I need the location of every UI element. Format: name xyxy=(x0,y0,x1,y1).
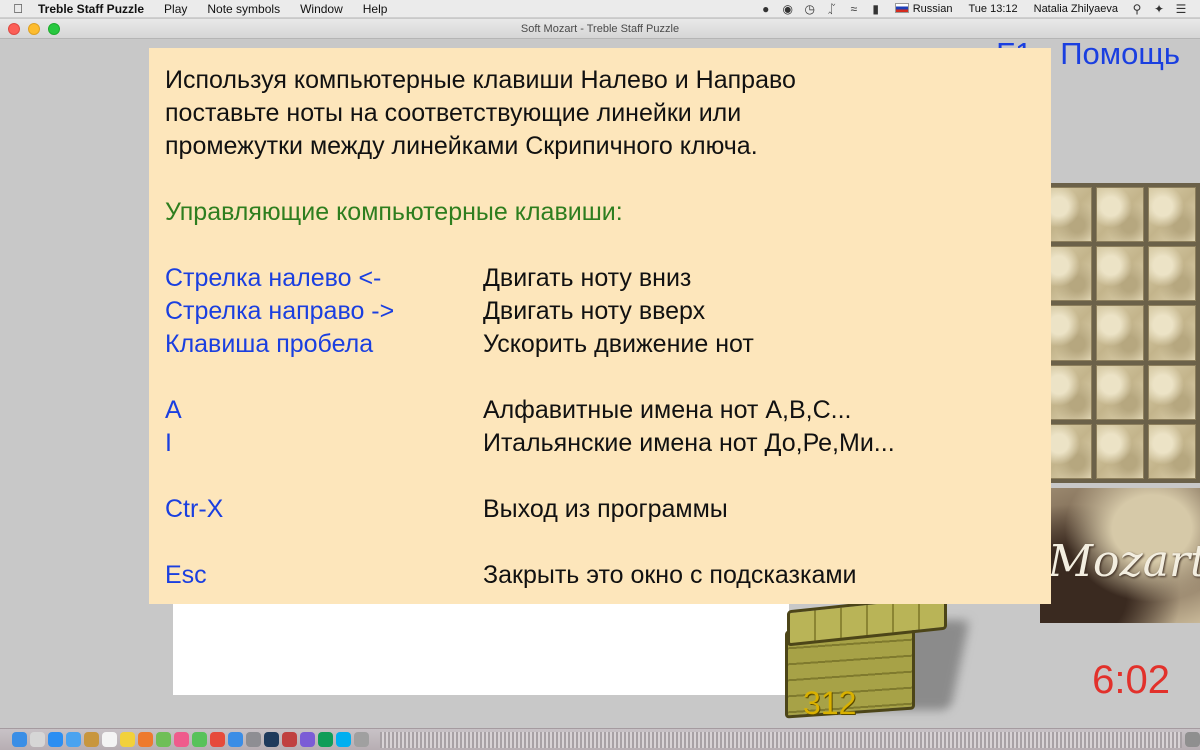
screen-record-icon[interactable]: ● xyxy=(755,2,777,16)
key-list: Стрелка налево <- Двигать ноту вниз Стре… xyxy=(165,262,1035,592)
siri-icon[interactable]: ✦ xyxy=(1148,2,1170,16)
puzzle-tile[interactable] xyxy=(1044,364,1092,420)
menu-play[interactable]: Play xyxy=(154,0,197,18)
chest-score: 312 xyxy=(803,685,857,721)
treasure-chest: 312 xyxy=(785,593,970,721)
puzzle-tile[interactable] xyxy=(1096,246,1144,302)
puzzle-tile[interactable] xyxy=(1096,423,1144,479)
puzzle-tile[interactable] xyxy=(1044,423,1092,479)
skype-icon[interactable] xyxy=(336,732,351,747)
key-name: I xyxy=(165,429,172,457)
menu-bar:  Treble Staff Puzzle Play Note symbols … xyxy=(0,0,1200,18)
key-name: Esc xyxy=(165,561,207,589)
help-label: Помощь xyxy=(1060,36,1180,71)
terminal-icon[interactable] xyxy=(264,732,279,747)
key-name: Стрелка налево <- xyxy=(165,264,382,292)
key-action: Итальянские имена нот До,Ре,Ми... xyxy=(483,429,895,457)
puzzle-tile[interactable] xyxy=(1044,305,1092,361)
time-machine-icon[interactable]: ◷ xyxy=(799,2,821,16)
puzzle-tile[interactable] xyxy=(1148,364,1196,420)
input-source[interactable]: Russian xyxy=(887,2,961,15)
puzzle-tile[interactable] xyxy=(1148,305,1196,361)
key-name: Ctr-X xyxy=(165,495,224,523)
key-action: Двигать ноту вниз xyxy=(483,264,692,292)
key-name: A xyxy=(165,396,182,424)
notes-icon[interactable] xyxy=(120,732,135,747)
key-row: Клавиша пробела Ускорить движение нот xyxy=(165,328,1035,361)
help-intro-line: Используя компьютерные клавиши Налево и … xyxy=(165,66,796,94)
key-action: Закрыть это окно с подсказками xyxy=(483,561,857,589)
chrome-icon[interactable] xyxy=(318,732,333,747)
zoom-window-button[interactable] xyxy=(48,23,60,35)
firefox-icon[interactable] xyxy=(138,732,153,747)
menu-note-symbols[interactable]: Note symbols xyxy=(197,0,290,18)
puzzle-tile[interactable] xyxy=(1044,246,1092,302)
drop-icon[interactable]: ◉ xyxy=(777,2,799,16)
finder-icon[interactable] xyxy=(12,732,27,747)
key-action: Выход из программы xyxy=(483,495,728,523)
key-row: Esc Закрыть это окно с подсказками xyxy=(165,559,1035,592)
close-window-button[interactable] xyxy=(8,23,20,35)
help-intro-line: промежутки между линейками Скрипичного к… xyxy=(165,132,758,160)
key-row: I Итальянские имена нот До,Ре,Ми... xyxy=(165,427,1035,460)
menu-window[interactable]: Window xyxy=(290,0,353,18)
maps-icon[interactable] xyxy=(156,732,171,747)
puzzle-tile[interactable] xyxy=(1096,187,1144,243)
key-action: Алфавитные имена нот A,B,C... xyxy=(483,396,852,424)
window-title: Soft Mozart - Treble Staff Puzzle xyxy=(520,23,680,35)
calendar-icon[interactable] xyxy=(102,732,117,747)
staff-panel xyxy=(173,600,789,695)
preview-icon[interactable] xyxy=(354,732,369,747)
puzzle-tile[interactable] xyxy=(1044,187,1092,243)
key-action: Двигать ноту вверх xyxy=(483,297,706,325)
music-notes-icon[interactable] xyxy=(300,732,315,747)
trash-icon[interactable] xyxy=(1185,732,1200,747)
help-intro-line: поставьте ноты на соответствующие линейк… xyxy=(165,99,742,127)
apple-menu-icon[interactable]:  xyxy=(0,1,36,16)
spotlight-search-icon[interactable]: ⚲ xyxy=(1126,2,1148,16)
mozart-signature: Mozart xyxy=(1048,536,1200,587)
puzzle-tile[interactable] xyxy=(1148,187,1196,243)
launchpad-icon[interactable] xyxy=(30,732,45,747)
key-row: Стрелка налево <- Двигать ноту вниз xyxy=(165,262,1035,295)
mozart-portrait: Mozart xyxy=(1040,488,1200,623)
help-overlay: Используя компьютерные клавиши Налево и … xyxy=(149,48,1051,604)
help-intro: Используя компьютерные клавиши Налево и … xyxy=(165,64,1035,163)
menu-user[interactable]: Natalia Zhilyaeva xyxy=(1026,3,1126,15)
menu-help[interactable]: Help xyxy=(353,0,398,18)
key-action: Ускорить движение нот xyxy=(483,330,754,358)
bluetooth-icon[interactable]: ᛢ xyxy=(821,2,843,16)
dock-minimized-windows xyxy=(380,731,1182,748)
minimize-window-button[interactable] xyxy=(28,23,40,35)
key-row: A Алфавитные имена нот A,B,C... xyxy=(165,394,1035,427)
dock xyxy=(0,728,1200,750)
menu-app-name[interactable]: Treble Staff Puzzle xyxy=(36,0,154,18)
controls-heading: Управляющие компьютерные клавиши: xyxy=(165,198,623,226)
game-timer: 6:02 xyxy=(1092,658,1170,702)
photos-icon[interactable] xyxy=(174,732,189,747)
puzzle-tile[interactable] xyxy=(1148,423,1196,479)
puzzle-tile[interactable] xyxy=(1148,246,1196,302)
key-row: Стрелка направо -> Двигать ноту вверх xyxy=(165,295,1035,328)
system-preferences-icon[interactable] xyxy=(246,732,261,747)
russian-flag-icon xyxy=(894,2,909,13)
key-row: Ctr-X Выход из программы xyxy=(165,493,1035,526)
key-name: Клавиша пробела xyxy=(165,330,374,358)
puzzle-tile[interactable] xyxy=(1096,305,1144,361)
contacts-icon[interactable] xyxy=(84,732,99,747)
notification-center-icon[interactable]: ☰ xyxy=(1170,2,1192,16)
app-store-icon[interactable] xyxy=(228,732,243,747)
battery-icon[interactable]: ▮ xyxy=(865,2,887,16)
mail-icon[interactable] xyxy=(66,732,81,747)
puzzle-tile[interactable] xyxy=(1096,364,1144,420)
safari-icon[interactable] xyxy=(48,732,63,747)
music-icon[interactable] xyxy=(210,732,225,747)
messages-icon[interactable] xyxy=(192,732,207,747)
menu-clock[interactable]: Tue 13:12 xyxy=(960,3,1025,15)
key-name: Стрелка направо -> xyxy=(165,297,395,325)
wifi-icon[interactable]: ≈ xyxy=(843,2,865,16)
soft-mozart-icon[interactable] xyxy=(282,732,297,747)
puzzle-tile-grid xyxy=(1040,183,1200,483)
